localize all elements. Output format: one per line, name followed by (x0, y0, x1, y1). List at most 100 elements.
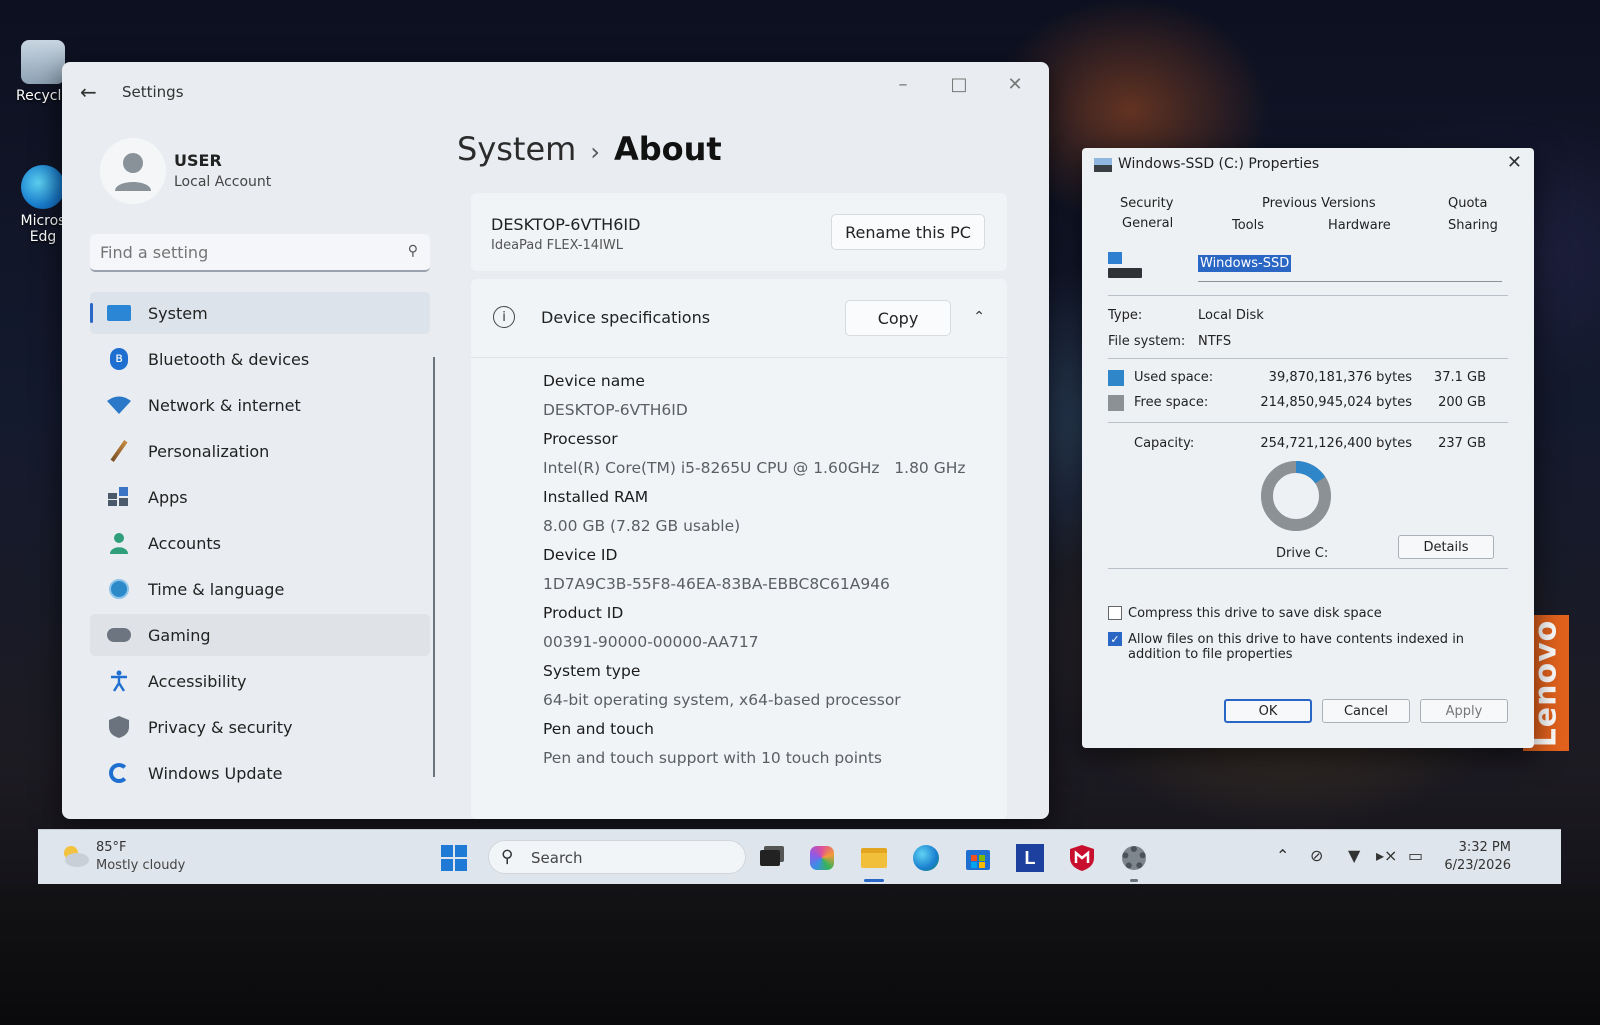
weather-cloud-icon[interactable] (60, 844, 90, 868)
weather-condition[interactable]: Mostly cloudy (96, 858, 185, 873)
copy-button[interactable]: Copy (845, 300, 951, 336)
sidebar-item-label: Time & language (148, 579, 285, 599)
shield-icon (106, 716, 132, 738)
details-button[interactable]: Details (1398, 535, 1494, 559)
capacity-bytes: 254,721,126,400 bytes (1260, 436, 1412, 451)
sidebar-item-label: System (148, 303, 208, 323)
close-icon[interactable]: ✕ (1507, 152, 1522, 173)
start-icon[interactable] (438, 842, 470, 874)
drive-properties-dialog: Windows-SSD (C:) Properties ✕ Security P… (1082, 148, 1534, 748)
sidebar-item-personalization[interactable]: Personalization (90, 430, 430, 472)
tab-tools[interactable]: Tools (1232, 218, 1264, 233)
sidebar-item-label: Personalization (148, 441, 270, 461)
search-icon[interactable]: ⚲ (408, 243, 418, 259)
sidebar-item-system[interactable]: System (90, 292, 430, 334)
copilot-icon[interactable] (806, 842, 838, 874)
selection-indicator (90, 303, 93, 323)
chevron-up-icon[interactable]: ⌃ (973, 309, 985, 325)
breadcrumb-parent[interactable]: System (457, 130, 576, 168)
laptop-bezel (0, 885, 1600, 1025)
clock-time[interactable]: 3:32 PM (1459, 840, 1511, 855)
spec-label: Device ID (543, 546, 618, 564)
sidebar-item-label: Bluetooth & devices (148, 349, 310, 369)
find-setting-search[interactable]: ⚲ (90, 234, 430, 272)
task-view-icon[interactable] (754, 842, 786, 874)
tab-previous-versions[interactable]: Previous Versions (1262, 196, 1376, 211)
tab-general[interactable]: General (1122, 216, 1173, 231)
sidebar-item-accessibility[interactable]: Accessibility (90, 660, 430, 702)
wifi-icon[interactable]: ▼ (1348, 846, 1360, 865)
accessibility-icon (106, 670, 132, 692)
back-arrow-icon[interactable]: ← (80, 80, 97, 104)
clock-date[interactable]: 6/23/2026 (1444, 858, 1511, 873)
weather-temp[interactable]: 85°F (96, 840, 127, 855)
sidebar-item-privacy[interactable]: Privacy & security (90, 706, 430, 748)
pc-name-card: DESKTOP-6VTH6ID IdeaPad FLEX-14IWL Renam… (471, 193, 1007, 271)
sidebar-scrollbar[interactable] (433, 357, 435, 777)
edge-desktop-label: Micros Edg (20, 213, 66, 245)
settings-window: ← Settings – □ ✕ USER Local Account ⚲ Sy… (62, 62, 1049, 819)
settings-gear-icon[interactable] (1118, 842, 1150, 874)
divider (1108, 568, 1508, 569)
search-input[interactable] (100, 240, 380, 264)
free-space-size: 200 GB (1438, 395, 1486, 410)
file-explorer-icon[interactable] (858, 842, 890, 874)
sidebar-item-time-language[interactable]: Time & language (90, 568, 430, 610)
gamepad-icon (106, 624, 132, 646)
drive-caption: Drive C: (1276, 546, 1329, 561)
filesystem-value: NTFS (1198, 334, 1232, 349)
used-space-label: Used space: (1134, 370, 1214, 385)
close-icon[interactable]: ✕ (1000, 74, 1030, 95)
volume-muted-icon[interactable]: ▸× (1376, 846, 1397, 865)
compress-checkbox[interactable] (1108, 606, 1122, 620)
type-label: Type: (1108, 308, 1143, 323)
spec-label: Pen and touch (543, 720, 654, 738)
index-checkbox[interactable]: ✓ (1108, 632, 1122, 646)
cancel-button[interactable]: Cancel (1322, 699, 1410, 723)
sidebar-item-label: Network & internet (148, 395, 301, 415)
drive-name-field[interactable]: Windows-SSD (1198, 255, 1502, 282)
tab-security[interactable]: Security (1120, 196, 1173, 211)
free-space-bytes: 214,850,945,024 bytes (1260, 395, 1412, 410)
sidebar-item-apps[interactable]: Apps (90, 476, 430, 518)
store-icon[interactable] (962, 842, 994, 874)
filesystem-label: File system: (1108, 334, 1186, 349)
dialog-title: Windows-SSD (C:) Properties (1118, 156, 1320, 172)
desktop: Recycle Micros Edg Lenovo ← Settings – □… (0, 0, 1600, 1025)
tab-hardware[interactable]: Hardware (1328, 218, 1391, 233)
edge-icon[interactable] (910, 842, 942, 874)
sidebar-item-bluetooth[interactable]: ʙ Bluetooth & devices (90, 338, 430, 380)
spec-value: DESKTOP-6VTH6ID (543, 401, 688, 419)
battery-icon[interactable]: ▭ (1408, 846, 1423, 865)
taskbar-search[interactable]: ⚲ Search (488, 840, 746, 874)
account-icon (106, 532, 132, 554)
sidebar-item-windows-update[interactable]: Windows Update (90, 752, 430, 794)
lenovo-l-icon[interactable]: L (1014, 842, 1046, 874)
sidebar-item-gaming[interactable]: Gaming (90, 614, 430, 656)
sidebar-item-accounts[interactable]: Accounts (90, 522, 430, 564)
sidebar-item-label: Apps (148, 487, 188, 507)
mcafee-icon[interactable] (1066, 842, 1098, 874)
spec-value: 8.00 GB (7.82 GB usable) (543, 517, 741, 535)
ok-button[interactable]: OK (1224, 699, 1312, 723)
tab-quota[interactable]: Quota (1448, 196, 1488, 211)
maximize-icon[interactable]: □ (944, 74, 974, 95)
spec-label: Device name (543, 372, 645, 390)
rename-pc-button[interactable]: Rename this PC (831, 214, 985, 250)
spec-label: Processor (543, 430, 618, 448)
minimize-icon[interactable]: – (888, 74, 918, 95)
spec-label: System type (543, 662, 641, 680)
tab-sharing[interactable]: Sharing (1448, 218, 1498, 233)
chevron-up-icon[interactable]: ⌃ (1276, 846, 1289, 865)
spec-label: Installed RAM (543, 488, 649, 506)
avatar[interactable] (100, 138, 166, 204)
sidebar-item-network[interactable]: Network & internet (90, 384, 430, 426)
type-value: Local Disk (1198, 308, 1264, 323)
update-icon (106, 762, 132, 784)
drive-small-icon (1094, 158, 1112, 172)
apply-button[interactable]: Apply (1420, 699, 1508, 723)
settings-open-indicator (1130, 879, 1138, 882)
taskbar: 85°F Mostly cloudy ⚲ Search L ⌃ ⊘ ▼ ▸× ▭… (38, 829, 1561, 884)
onedrive-sync-off-icon[interactable]: ⊘ (1310, 846, 1323, 865)
user-avatar-icon (115, 153, 151, 191)
